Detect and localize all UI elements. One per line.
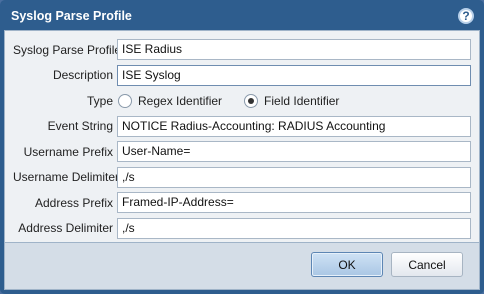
type-label: Type bbox=[86, 93, 113, 108]
username-delimiter-input[interactable]: ,/s bbox=[117, 166, 471, 188]
type-radio-group: Regex Identifier Field Identifier bbox=[117, 93, 361, 108]
address-prefix-label: Address Prefix bbox=[34, 195, 113, 210]
username-delimiter-label: Username Delimiter bbox=[13, 170, 120, 185]
description-label: Description bbox=[52, 68, 113, 83]
address-prefix-row: Address Prefix Framed-IP-Address= bbox=[13, 190, 471, 216]
address-delimiter-input[interactable]: ,/s bbox=[117, 217, 471, 239]
event-string-input[interactable]: NOTICE Radius-Accounting: RADIUS Account… bbox=[117, 115, 471, 137]
profile-name-input[interactable]: ISE Radius bbox=[117, 39, 471, 61]
username-prefix-row: Username Prefix User-Name= bbox=[13, 139, 471, 165]
address-delimiter-label: Address Delimiter bbox=[18, 221, 113, 236]
regex-identifier-label: Regex Identifier bbox=[138, 93, 223, 108]
description-row: Description ISE Syslog bbox=[13, 63, 471, 89]
profile-name-row: Syslog Parse Profile ISE Radius bbox=[13, 37, 471, 63]
event-string-label: Event String bbox=[47, 119, 113, 134]
username-prefix-input[interactable]: User-Name= bbox=[117, 141, 471, 163]
address-delimiter-row: Address Delimiter ,/s bbox=[13, 216, 471, 242]
event-string-row: Event String NOTICE Radius-Accounting: R… bbox=[13, 114, 471, 140]
dialog-titlebar: Syslog Parse Profile ? bbox=[4, 4, 480, 28]
field-identifier-radio[interactable] bbox=[244, 93, 259, 108]
regex-identifier-radio[interactable] bbox=[118, 93, 132, 108]
dialog-title: Syslog Parse Profile bbox=[11, 9, 132, 23]
form-panel: Syslog Parse Profile ISE Radius Descript… bbox=[4, 30, 480, 243]
address-prefix-input[interactable]: Framed-IP-Address= bbox=[117, 192, 471, 214]
type-row: Type Regex Identifier Field Identifier bbox=[13, 88, 471, 114]
regex-identifier-option[interactable]: Regex Identifier bbox=[118, 93, 223, 108]
radio-selected-dot bbox=[248, 97, 255, 104]
help-icon[interactable]: ? bbox=[458, 8, 474, 24]
username-delimiter-row: Username Delimiter ,/s bbox=[13, 165, 471, 191]
dialog-footer: OK Cancel bbox=[4, 243, 480, 290]
username-prefix-label: Username Prefix bbox=[23, 144, 113, 159]
field-identifier-label: Field Identifier bbox=[264, 93, 340, 108]
profile-name-label: Syslog Parse Profile bbox=[13, 42, 122, 57]
description-input[interactable]: ISE Syslog bbox=[117, 64, 471, 86]
cancel-button[interactable]: Cancel bbox=[391, 252, 463, 277]
field-identifier-option[interactable]: Field Identifier bbox=[244, 93, 340, 108]
ok-button[interactable]: OK bbox=[311, 252, 383, 277]
syslog-parse-profile-dialog: Syslog Parse Profile ? Syslog Parse Prof… bbox=[0, 0, 484, 294]
